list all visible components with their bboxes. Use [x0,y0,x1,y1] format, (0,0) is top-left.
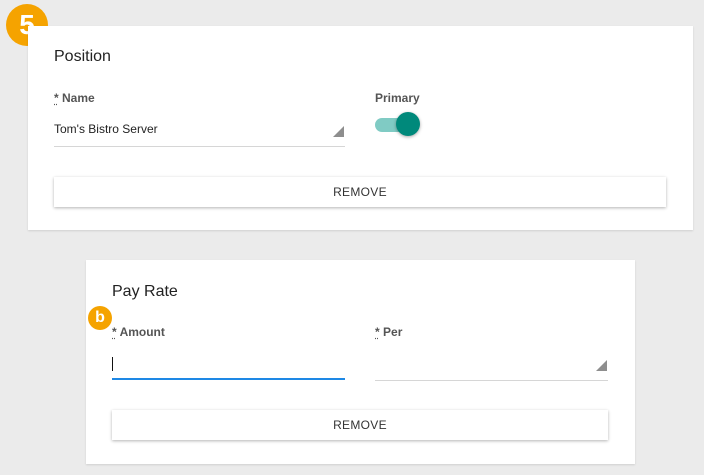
pay-rate-card-title: Pay Rate [112,283,178,300]
per-select-underline [375,380,608,381]
position-card: Position * Name Tom's Bistro Server Prim… [28,26,693,230]
field-letter-badge: b [88,306,112,330]
remove-pay-rate-button[interactable]: REMOVE [112,410,608,440]
name-field-label: * Name [54,91,95,105]
pay-rate-card: Pay Rate * Amount * Per REMOVE [86,260,635,464]
dropdown-arrow-icon [596,360,607,371]
primary-toggle-thumb [396,112,420,136]
amount-label-text: Amount [119,325,165,339]
amount-input-underline [112,378,345,380]
per-label-text: Per [383,325,403,339]
primary-toggle-label: Primary [375,91,420,105]
required-marker: * [375,325,380,339]
per-field-label: * Per [375,325,402,339]
dropdown-arrow-icon [333,126,344,137]
required-marker: * [54,91,59,105]
required-marker: * [112,325,117,339]
amount-field-label: * Amount [112,325,165,339]
name-label-text: Name [62,91,95,105]
primary-toggle[interactable] [375,111,420,139]
remove-position-button[interactable]: REMOVE [54,177,666,207]
text-cursor [112,357,113,371]
name-select-underline [54,146,345,147]
name-select-value: Tom's Bistro Server [54,122,158,136]
position-card-title: Position [54,48,111,65]
